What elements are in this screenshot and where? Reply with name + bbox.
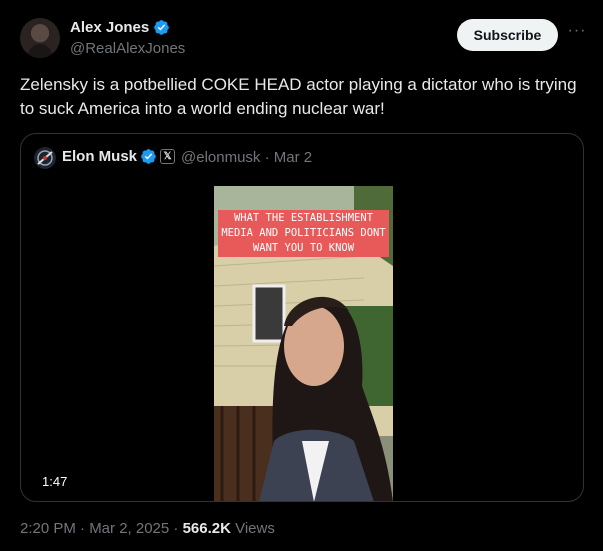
video-duration: 1:47	[42, 474, 68, 489]
quote-author-avatar[interactable]	[34, 147, 56, 169]
author-handle[interactable]: @RealAlexJones	[70, 40, 185, 57]
quote-author-name[interactable]: Elon Musk	[62, 148, 137, 165]
video-caption: WHAT THE ESTABLISHMENT MEDIA AND POLITIC…	[218, 210, 389, 257]
quote-avatar-icon	[37, 150, 53, 166]
views-label: Views	[230, 520, 275, 537]
quoted-tweet-card[interactable]: Elon Musk 𝕏 @elonmusk · Mar 2 WHAT THE E…	[20, 133, 584, 502]
views-count: 566.2K	[182, 520, 231, 537]
verified-badge-icon	[154, 20, 170, 35]
x-affiliation-icon: 𝕏	[160, 149, 175, 164]
author-avatar[interactable]	[20, 18, 60, 58]
author-name-row[interactable]: Alex Jones	[70, 19, 170, 36]
quote-handle-date[interactable]: @elonmusk · Mar 2	[181, 149, 312, 166]
author-name[interactable]: Alex Jones	[70, 19, 149, 36]
subscribe-button[interactable]: Subscribe	[457, 19, 558, 51]
tweet-text: Zelensky is a potbellied COKE HEAD actor…	[20, 75, 577, 118]
more-options-icon[interactable]: ···	[566, 23, 588, 45]
tweet-timestamp[interactable]: 2:20 PM · Mar 2, 2025 ·	[20, 520, 183, 537]
quote-author-name-row[interactable]: Elon Musk	[62, 148, 157, 165]
quote-verified-badge-icon	[141, 149, 156, 164]
video-thumbnail[interactable]: WHAT THE ESTABLISHMENT MEDIA AND POLITIC…	[214, 186, 393, 501]
tweet-metadata: 2:20 PM · Mar 2, 2025 · 566.2K Views	[20, 520, 275, 537]
